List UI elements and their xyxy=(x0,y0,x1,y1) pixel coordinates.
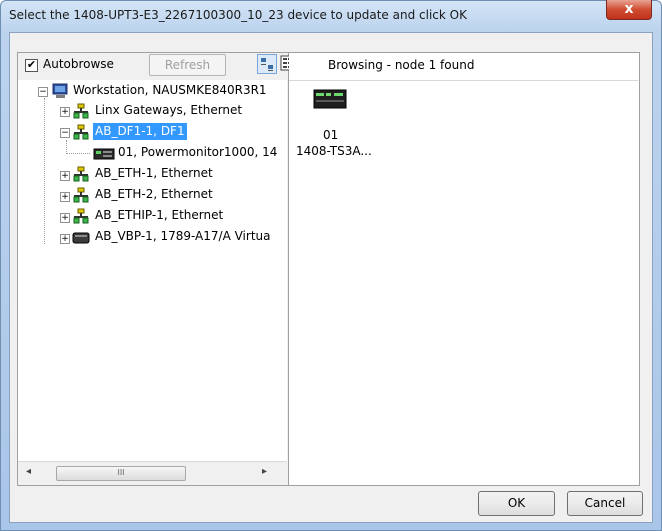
tree-expander-root[interactable]: − xyxy=(38,87,48,97)
autobrowse-checkbox[interactable]: ✔ xyxy=(25,59,38,72)
browse-status: Browsing - node 1 found xyxy=(328,58,475,72)
tree-node-workstation[interactable]: Workstation, NAUSMKE840R3R1 xyxy=(73,82,267,99)
device-name[interactable]: 1408-TS3A... xyxy=(296,144,372,158)
powermonitor-device-icon[interactable] xyxy=(313,89,347,113)
refresh-button[interactable]: Refresh xyxy=(149,54,226,76)
backplane-icon xyxy=(72,230,90,249)
scrollbar-thumb[interactable]: III xyxy=(56,466,186,481)
workstation-icon xyxy=(52,83,69,103)
tree-node-linx-gateways[interactable]: Linx Gateways, Ethernet xyxy=(95,102,242,119)
tree-expander-linx[interactable]: + xyxy=(60,107,70,117)
tree-node-ab-vbp-1[interactable]: AB_VBP-1, 1789-A17/A Virtua xyxy=(95,228,270,245)
tree-node-ab-df1[interactable]: AB_DF1-1, DF1 xyxy=(93,123,187,140)
ok-button[interactable]: OK xyxy=(478,491,555,516)
network-icon xyxy=(73,208,89,228)
device-list-pane[interactable] xyxy=(288,52,640,486)
scroll-right-arrow-icon[interactable]: ▸ xyxy=(262,466,267,477)
tree-expander-eth1[interactable]: + xyxy=(60,171,70,181)
tree-node-ab-eth-2[interactable]: AB_ETH-2, Ethernet xyxy=(95,186,213,203)
tree-connector-line xyxy=(66,153,90,154)
tree-node-powermonitor[interactable]: 01, Powermonitor1000, 14 xyxy=(118,144,277,161)
scroll-left-arrow-icon[interactable]: ◂ xyxy=(26,466,31,477)
network-icon xyxy=(73,103,89,123)
small-icons-view-icon[interactable] xyxy=(257,54,277,74)
tree-expander-vbp1[interactable]: + xyxy=(60,234,70,244)
network-icon xyxy=(73,187,89,207)
network-icon xyxy=(73,124,89,144)
window-title: Select the 1408-UPT3-E3_2267100300_10_23… xyxy=(9,8,467,22)
tree-expander-df1[interactable]: − xyxy=(60,128,70,138)
device-icon xyxy=(93,146,115,165)
title-bar[interactable]: Select the 1408-UPT3-E3_2267100300_10_23… xyxy=(0,0,660,32)
tree-node-ab-ethip-1[interactable]: AB_ETHIP-1, Ethernet xyxy=(95,207,223,224)
tree-connector-line xyxy=(44,98,45,244)
tree-expander-ethip1[interactable]: + xyxy=(60,213,70,223)
tree-expander-eth2[interactable]: + xyxy=(60,192,70,202)
cancel-button[interactable]: Cancel xyxy=(567,491,643,516)
autobrowse-label[interactable]: Autobrowse xyxy=(43,57,114,71)
device-address[interactable]: 01 xyxy=(323,128,338,142)
tree-node-ab-eth-1[interactable]: AB_ETH-1, Ethernet xyxy=(95,165,213,182)
close-button[interactable]: x xyxy=(606,0,652,20)
tree-connector-line xyxy=(66,140,67,154)
network-icon xyxy=(73,166,89,186)
